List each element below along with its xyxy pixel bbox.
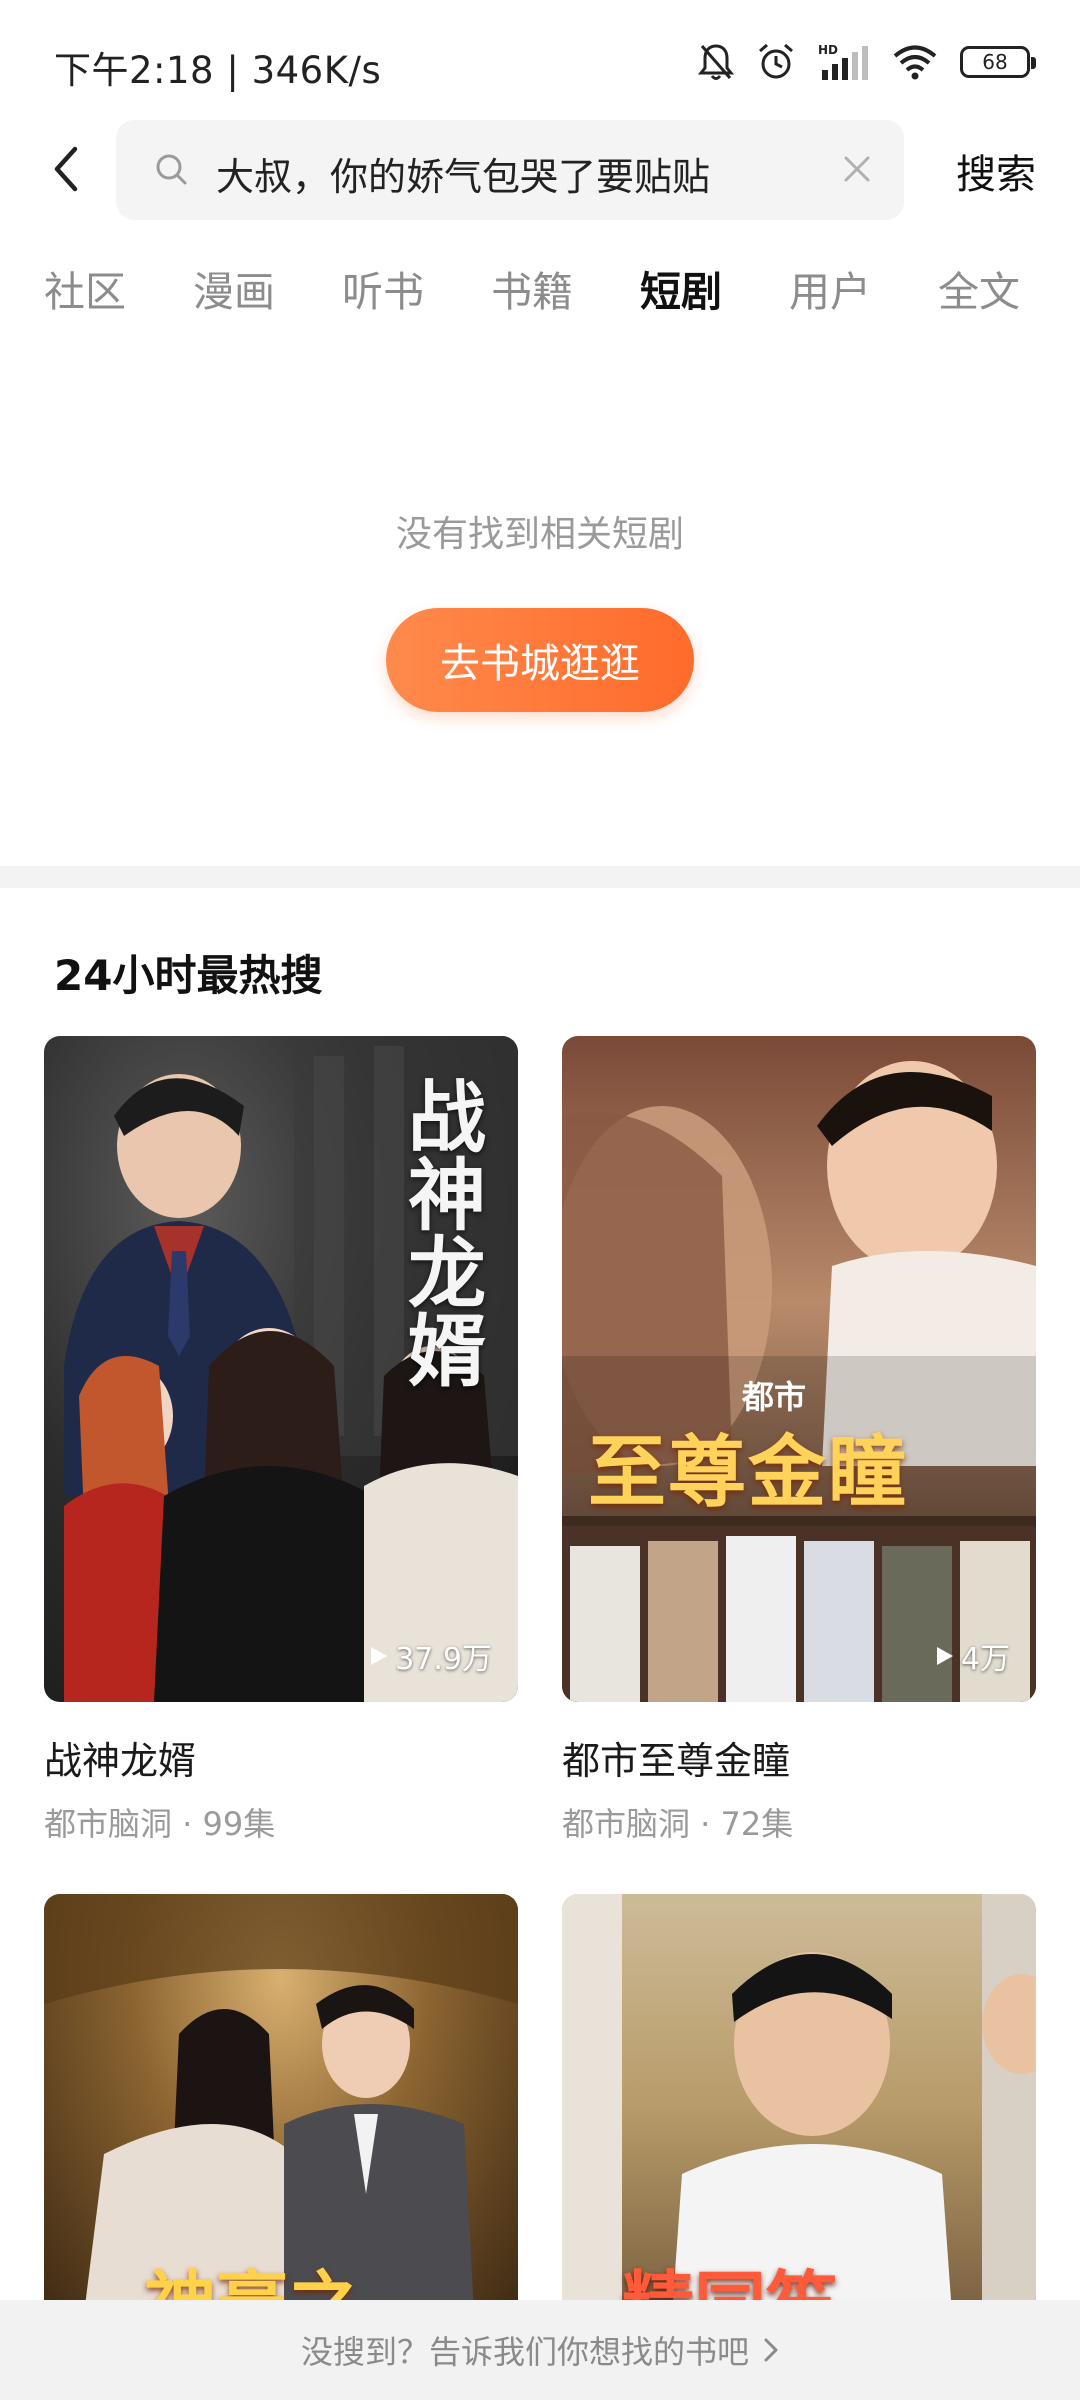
- drama-poster[interactable]: 都市 至尊金瞳 4万: [562, 1036, 1036, 1702]
- tab-comics[interactable]: 漫画: [193, 258, 275, 318]
- poster-title: 至尊金瞳: [588, 1427, 909, 1518]
- search-header: 大叔，你的娇气包哭了要贴贴 搜索: [0, 118, 1080, 222]
- status-time: 下午2:18: [54, 49, 215, 92]
- category-tabs: 社区 漫画 听书 书籍 短剧 用户 全文: [0, 258, 1080, 328]
- feedback-text: 没搜到？告诉我们你想找的书吧: [300, 2333, 749, 2371]
- play-icon: [936, 1647, 953, 1665]
- status-left: 下午2:18 | 346K/s: [54, 49, 382, 92]
- empty-state-message: 没有找到相关短剧: [395, 514, 684, 555]
- play-count: 4万: [935, 1634, 1010, 1678]
- clear-icon[interactable]: [840, 152, 874, 186]
- hd-signal-icon: HD: [818, 43, 868, 80]
- search-query: 大叔，你的娇气包哭了要贴贴: [216, 155, 711, 199]
- go-to-bookstore-button[interactable]: 去书城逛逛: [386, 608, 694, 712]
- network-speed: 346K/s: [251, 49, 382, 92]
- section-divider: [0, 866, 1080, 888]
- drama-card[interactable]: 战神龙婿 37.9万 战神龙婿 都市脑洞 · 99集: [44, 1036, 518, 1845]
- tab-users[interactable]: 用户: [789, 258, 871, 318]
- search-input[interactable]: 大叔，你的娇气包哭了要贴贴: [116, 120, 904, 220]
- drama-card[interactable]: 都市 至尊金瞳 4万 都市至尊金瞳 都市脑洞 · 72集: [562, 1036, 1036, 1845]
- tab-fulltext[interactable]: 全文: [938, 258, 1020, 318]
- search-button[interactable]: 搜索: [956, 142, 1036, 200]
- back-button[interactable]: [36, 136, 96, 202]
- drama-poster[interactable]: 战神龙婿 37.9万: [44, 1036, 518, 1702]
- poster-title: 战神龙婿: [395, 1076, 486, 1388]
- drama-card[interactable]: 精同笙: [562, 1894, 1036, 2314]
- tab-books[interactable]: 书籍: [491, 258, 573, 318]
- status-icons: HD 68: [698, 38, 1036, 86]
- tab-short-drama[interactable]: 短剧: [640, 258, 722, 318]
- feedback-bar[interactable]: 没搜到？告诉我们你想找的书吧: [0, 2300, 1080, 2400]
- tab-audiobooks[interactable]: 听书: [342, 258, 424, 318]
- play-count: 37.9万: [369, 1634, 492, 1678]
- search-icon: [156, 154, 187, 185]
- drama-meta: 都市脑洞 · 72集: [562, 1805, 794, 1843]
- poster-art: [562, 1061, 1036, 1702]
- play-count-value: 4万: [960, 1642, 1010, 1677]
- status-bar: 下午2:18 | 346K/s HD 68: [0, 0, 1080, 120]
- tab-community[interactable]: 社区: [44, 258, 126, 318]
- battery-icon: 68: [960, 46, 1036, 78]
- svg-text:HD: HD: [818, 43, 838, 57]
- drama-poster[interactable]: 精同笙: [562, 1894, 1036, 2314]
- hot-section-title: 24小时最热搜: [54, 951, 323, 1000]
- chevron-left-icon: [54, 146, 78, 192]
- battery-level: 68: [982, 50, 1008, 74]
- play-icon: [371, 1647, 388, 1665]
- drama-card[interactable]: 神豪之: [44, 1894, 518, 2314]
- search-results-page: 下午2:18 | 346K/s HD 68 大叔，你的娇气包哭了要贴贴 搜索 社…: [0, 0, 1080, 2400]
- drama-meta: 都市脑洞 · 99集: [44, 1805, 276, 1843]
- chevron-right-icon: [764, 2338, 778, 2362]
- wifi-icon: [893, 45, 937, 80]
- drama-title[interactable]: 都市至尊金瞳: [562, 1730, 1036, 1785]
- mute-bell-icon: [698, 44, 734, 80]
- drama-title[interactable]: 战神龙婿: [44, 1730, 518, 1785]
- alarm-icon: [759, 43, 793, 79]
- play-count-value: 37.9万: [395, 1642, 492, 1677]
- drama-poster[interactable]: 神豪之: [44, 1894, 518, 2314]
